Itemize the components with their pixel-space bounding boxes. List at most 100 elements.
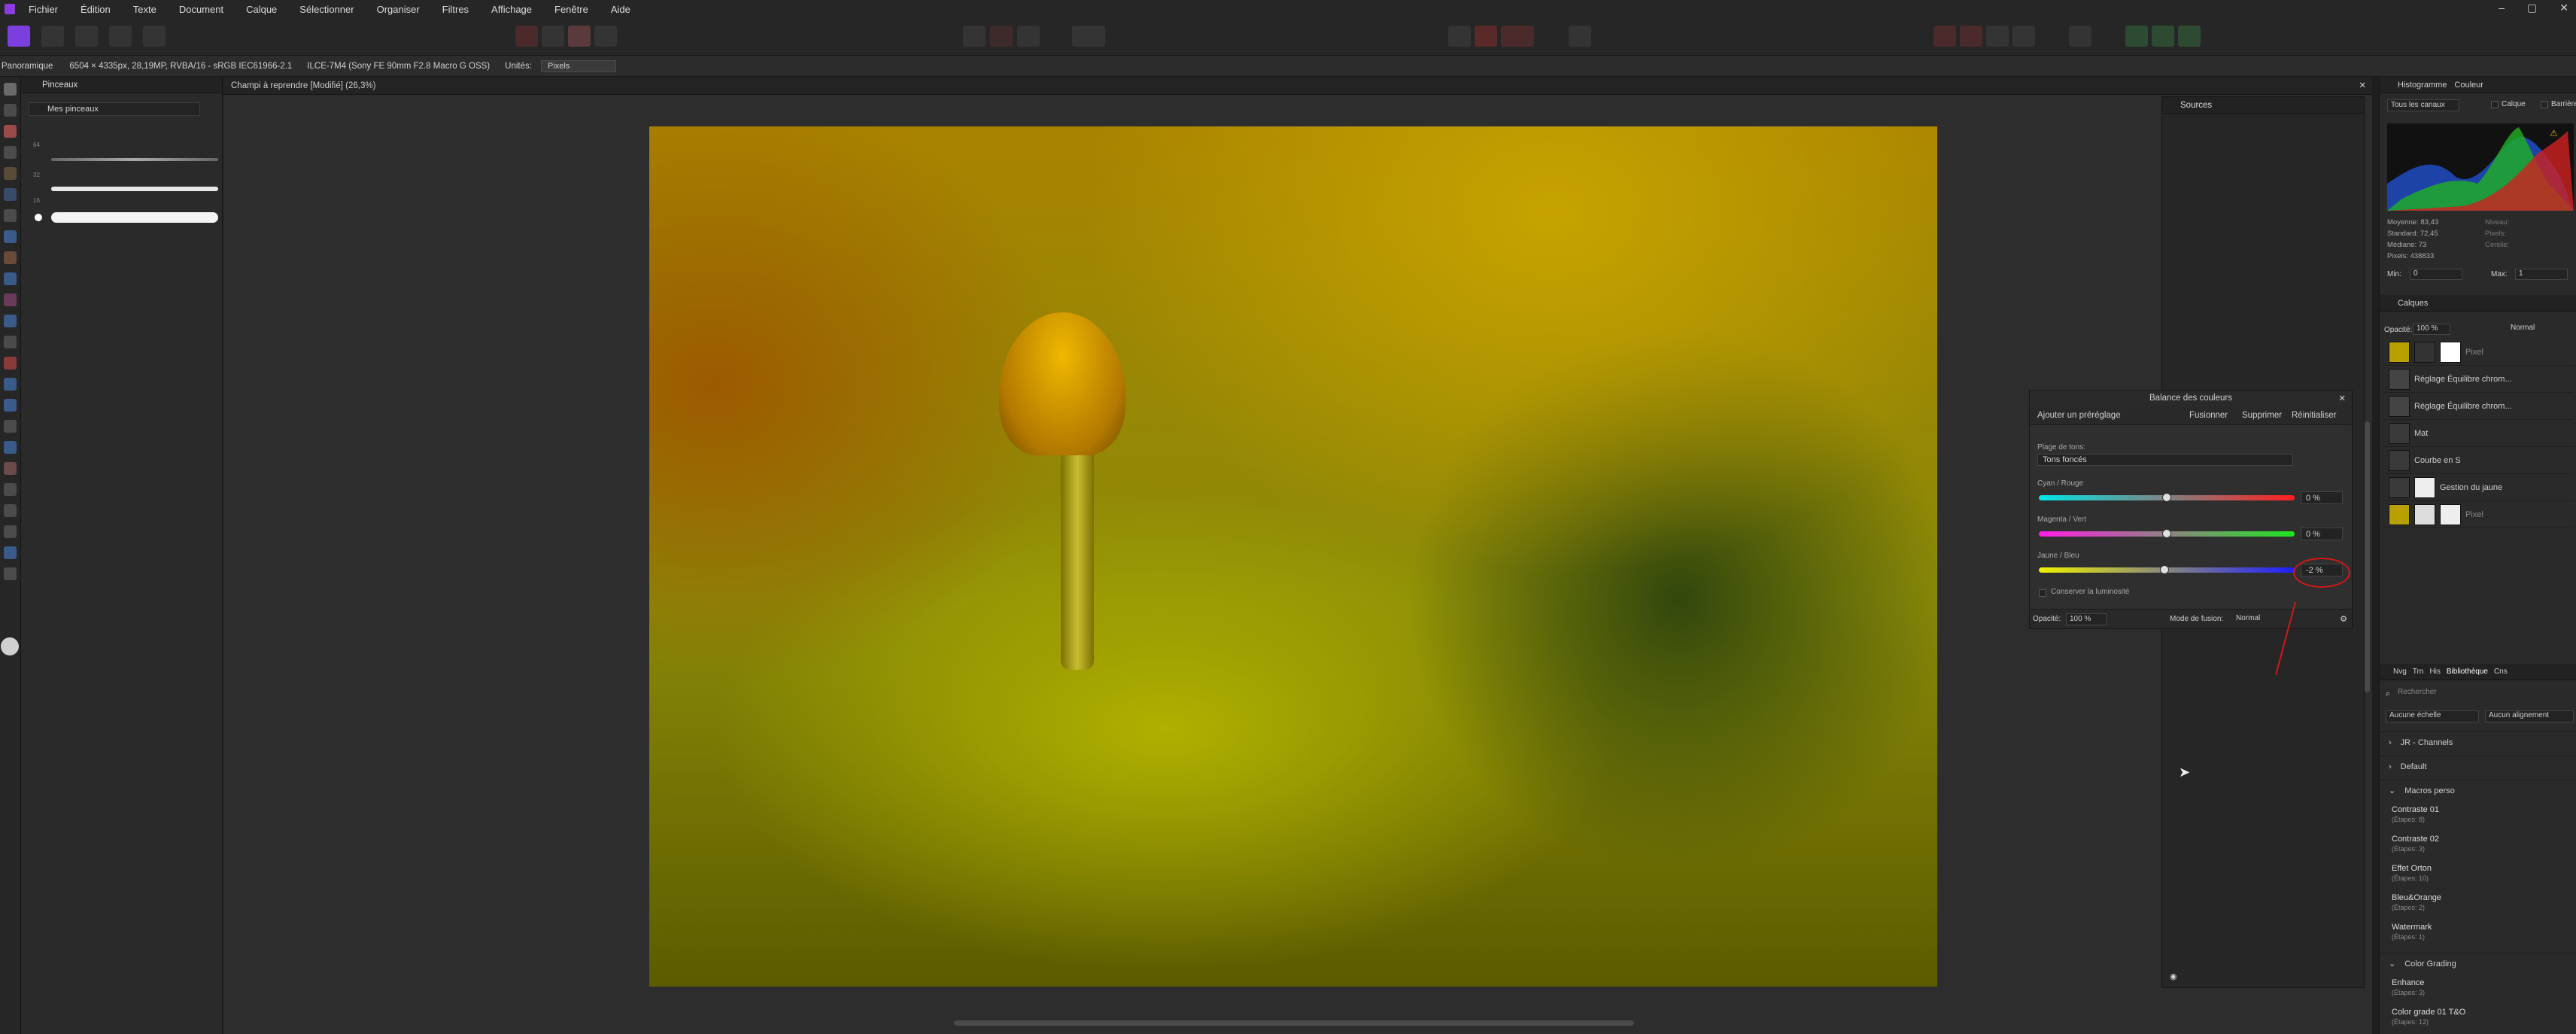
horizontal-scrollbar[interactable] — [954, 1020, 1634, 1026]
tab-constraints[interactable]: Cns — [2494, 668, 2508, 676]
macro-item[interactable]: Contraste 01 (Étapes: 8) — [2392, 805, 2439, 823]
add-preset-button[interactable]: Ajouter un préréglage — [2037, 411, 2121, 420]
flood-select-icon[interactable] — [4, 188, 17, 201]
pan-tool-icon[interactable] — [4, 83, 17, 96]
menu-selectionner[interactable]: Sélectionner — [299, 4, 354, 15]
layer-checkbox[interactable] — [2491, 101, 2499, 108]
layer-row[interactable]: Gestion du jaune — [2383, 474, 2574, 501]
layer-row[interactable]: Mat — [2383, 420, 2574, 447]
color-tab[interactable]: Couleur — [2454, 81, 2483, 90]
dodge-tool-icon[interactable] — [4, 272, 17, 285]
brush-category-select[interactable]: Mes pinceaux — [29, 102, 200, 116]
snapping-options-icon[interactable] — [1475, 26, 1497, 47]
snap-icon[interactable] — [1448, 26, 1471, 47]
boolean-add-icon[interactable] — [2125, 26, 2148, 47]
gradient-tool-icon[interactable] — [4, 462, 17, 475]
blur-tool-icon[interactable] — [4, 378, 17, 391]
brush-preset-2[interactable] — [51, 187, 218, 191]
tab-history[interactable]: His — [2429, 668, 2440, 676]
shape-tool-icon[interactable] — [4, 504, 17, 517]
menu-organiser[interactable]: Organiser — [377, 4, 420, 15]
library-group[interactable]: ⌄ Color Grading — [2380, 953, 2576, 974]
document-tab[interactable]: Champi à reprendre [Modifié] (26,3%) ✕ — [223, 77, 2372, 95]
macro-item[interactable]: Watermark (Étapes: 1) — [2392, 923, 2432, 941]
pen-tool-icon[interactable] — [4, 420, 17, 433]
macro-item[interactable]: Bleu&Orange (Étapes: 2) — [2392, 893, 2441, 911]
tone-range-select[interactable]: Tons foncés — [2037, 454, 2293, 466]
marker-checkbox[interactable] — [2541, 101, 2548, 108]
invert-selection-icon[interactable] — [1017, 26, 1040, 47]
layer-row[interactable]: Réglage Équilibre chrom... — [2383, 366, 2574, 393]
blend-options-gear-icon[interactable]: ⚙ — [2340, 614, 2347, 624]
move-tool-icon[interactable] — [4, 104, 17, 117]
eye-icon[interactable]: ◉ — [2170, 972, 2177, 981]
export-persona-icon[interactable] — [143, 26, 166, 47]
menu-document[interactable]: Document — [179, 4, 223, 15]
library-group[interactable]: ⌄ Macros perso — [2380, 780, 2576, 801]
menu-edition[interactable]: Édition — [80, 4, 111, 15]
magenta-green-value[interactable]: 0 % — [2301, 528, 2343, 540]
text-tool-icon[interactable] — [4, 483, 17, 496]
selection-brush-icon[interactable] — [4, 167, 17, 180]
macro-item[interactable]: Color grade 01 T&O (Étapes: 12) — [2392, 1008, 2465, 1026]
clone-tool-icon[interactable] — [4, 293, 17, 306]
layer-row[interactable]: Réglage Équilibre chrom... — [2383, 393, 2574, 420]
zoom-tool-icon[interactable] — [4, 567, 17, 580]
levels-icon[interactable] — [515, 26, 538, 47]
max-field[interactable]: 1 — [2515, 269, 2568, 280]
deselect-icon[interactable] — [990, 26, 1013, 47]
layers-opacity-field[interactable]: 100 % — [2413, 324, 2450, 335]
liquify-persona-icon[interactable] — [41, 26, 64, 47]
close-window-icon[interactable]: ✕ — [2559, 2, 2568, 14]
minimize-icon[interactable]: – — [2499, 2, 2505, 14]
menu-texte[interactable]: Texte — [133, 4, 156, 15]
macro-item[interactable]: Contraste 02 (Étapes: 3) — [2392, 835, 2439, 853]
close-dialog-icon[interactable]: ✕ — [2338, 393, 2346, 403]
slider-knob[interactable] — [2162, 493, 2171, 502]
crop-tool-icon[interactable] — [4, 146, 17, 159]
tab-library[interactable]: Bibliothèque — [2447, 668, 2488, 676]
sources-tab[interactable]: Sources — [2162, 97, 2364, 114]
tone-mapping-persona-icon[interactable] — [109, 26, 132, 47]
node-tool-icon[interactable] — [4, 441, 17, 454]
marquee-tool-icon[interactable] — [4, 209, 17, 222]
white-balance-icon[interactable] — [594, 26, 617, 47]
units-select[interactable]: Pixels — [540, 59, 616, 72]
opacity-field[interactable]: 100 % — [2066, 613, 2107, 625]
primary-color-swatch[interactable] — [1, 637, 19, 655]
align-icon[interactable] — [2069, 26, 2091, 47]
magenta-green-slider[interactable] — [2039, 529, 2295, 538]
macro-item[interactable]: Effet Orton (Étapes: 10) — [2392, 864, 2432, 882]
quick-mask-icon[interactable] — [1072, 26, 1105, 47]
menu-aide[interactable]: Aide — [611, 4, 630, 15]
arrange-icon-2[interactable] — [1960, 26, 1982, 47]
yellow-blue-slider[interactable] — [2039, 565, 2295, 574]
arrange-icon-3[interactable] — [1986, 26, 2009, 47]
inpainting-tool-icon[interactable] — [4, 399, 17, 412]
channels-select[interactable]: Tous les canaux — [2387, 99, 2459, 111]
layer-row[interactable]: Pixel — [2383, 339, 2574, 366]
library-group[interactable]: › JR - Channels — [2380, 731, 2576, 753]
retouch-tool-icon[interactable] — [4, 315, 17, 327]
red-eye-tool-icon[interactable] — [4, 357, 17, 370]
slider-knob[interactable] — [2162, 529, 2171, 538]
menu-fichier[interactable]: Fichier — [29, 4, 58, 15]
reset-button[interactable]: Réinitialiser — [2292, 411, 2336, 420]
library-search-input[interactable]: Rechercher — [2398, 688, 2571, 700]
layers-blend-select[interactable]: Normal — [2508, 324, 2548, 335]
preserve-luminosity-checkbox[interactable] — [2039, 589, 2046, 597]
vertical-scrollbar[interactable] — [2365, 421, 2370, 692]
blend-mode-select[interactable]: Normal — [2233, 613, 2331, 625]
assistant-icon[interactable] — [1569, 26, 1591, 47]
brush-preset-1[interactable] — [51, 158, 218, 161]
min-field[interactable]: 0 — [2410, 269, 2462, 280]
arrange-icon-1[interactable] — [1934, 26, 1956, 47]
layer-row[interactable]: Courbe en S — [2383, 447, 2574, 474]
cyan-red-slider[interactable] — [2039, 493, 2295, 502]
magnet-icon[interactable] — [1501, 26, 1534, 47]
photo-persona-icon[interactable] — [8, 26, 30, 47]
brush-preset-3[interactable] — [51, 212, 218, 223]
alignment-select[interactable]: Aucun alignement — [2485, 710, 2574, 722]
menu-fenetre[interactable]: Fenêtre — [554, 4, 588, 15]
brushes-tab[interactable]: Pinceaux — [21, 77, 222, 93]
